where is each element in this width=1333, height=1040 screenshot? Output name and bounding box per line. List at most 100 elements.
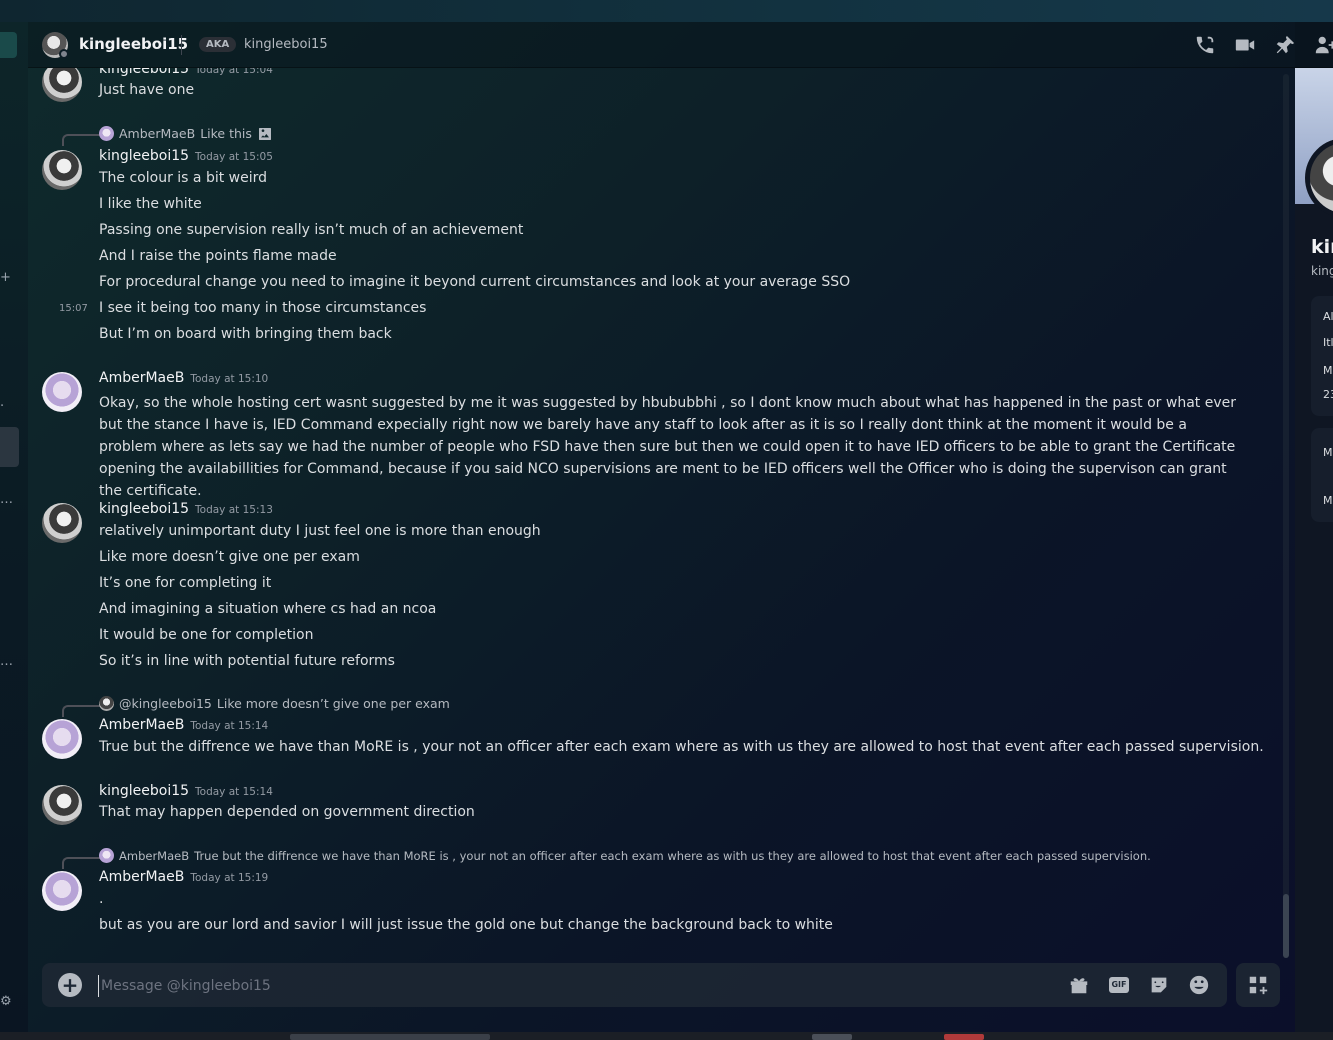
dm-header: kingleeboi15 AKA kingleeboi15	[28, 22, 1333, 68]
avatar[interactable]	[42, 503, 82, 543]
header-divider	[181, 35, 182, 55]
rail-more-icon[interactable]: …	[0, 492, 13, 507]
avatar[interactable]	[42, 68, 82, 102]
message-line: And I raise the points flame made	[99, 248, 337, 264]
avatar[interactable]	[42, 150, 82, 190]
scrollbar-thumb[interactable]	[1283, 894, 1289, 958]
author-name[interactable]: AmberMaeB	[99, 370, 184, 386]
settings-gear-icon[interactable]: ⚙	[0, 994, 12, 1009]
author-name[interactable]: kingleeboi15	[99, 68, 189, 77]
message-author[interactable]: kingleeboi15 Today at 15:04	[99, 68, 273, 77]
aka-badge: AKA	[199, 37, 237, 52]
taskbar-item[interactable]	[290, 1034, 490, 1040]
author-name[interactable]: kingleeboi15	[99, 501, 189, 517]
reply-author[interactable]: @kingleeboi15	[119, 696, 212, 711]
hover-timestamp: 15:07	[59, 303, 88, 314]
message-line: It would be one for completion	[99, 627, 314, 643]
message-line: relatively unimportant duty I just feel …	[99, 523, 541, 539]
apps-icon[interactable]	[1236, 963, 1280, 1007]
message-author[interactable]: kingleeboi15 Today at 15:05	[99, 148, 273, 164]
profile-handle: king	[1311, 264, 1333, 278]
message-line: It’s one for completing it	[99, 575, 272, 591]
server-rail: + . … … ⚙	[0, 22, 28, 1032]
author-name[interactable]: kingleeboi15	[99, 148, 189, 164]
message-author[interactable]: kingleeboi15 Today at 15:13	[99, 501, 273, 517]
reply-text: Like more doesn’t give one per exam	[216, 696, 450, 711]
message-timestamp: Today at 15:05	[195, 151, 273, 163]
message-line: Like more doesn’t give one per exam	[99, 549, 360, 565]
message-line: but as you are our lord and savior I wil…	[99, 917, 833, 933]
sticker-icon[interactable]	[1147, 973, 1171, 997]
reply-avatar	[99, 848, 114, 863]
profile-card-text: 23	[1323, 388, 1333, 401]
taskbar-item[interactable]	[812, 1034, 852, 1040]
window-top-strip	[0, 0, 1333, 22]
message-line: That may happen depended on government d…	[99, 804, 475, 820]
reply-preview[interactable]: AmberMaeB Like this	[99, 125, 273, 142]
avatar[interactable]	[42, 719, 82, 759]
header-alias: kingleeboi15	[244, 37, 328, 52]
message-list: kingleeboi15 Today at 15:04 Just have one…	[28, 68, 1283, 958]
message-author[interactable]: AmberMaeB Today at 15:19	[99, 869, 268, 885]
pin-icon[interactable]	[1273, 33, 1297, 57]
message-author[interactable]: kingleeboi15 Today at 15:14	[99, 783, 273, 799]
profile-card-text: M	[1323, 364, 1333, 377]
upload-plus-icon[interactable]: +	[58, 973, 82, 997]
message-line: I see it being too many in those circums…	[99, 300, 427, 316]
author-name[interactable]: AmberMaeB	[99, 869, 184, 885]
message-timestamp: Today at 15:14	[190, 720, 269, 732]
profile-mutual-card	[1311, 428, 1333, 522]
message-timestamp: Today at 15:10	[190, 373, 269, 385]
taskbar-strip	[0, 1032, 1333, 1040]
message-line: And imagining a situation where cs had a…	[99, 601, 437, 617]
phone-call-icon[interactable]	[1193, 33, 1217, 57]
taskbar-item[interactable]	[944, 1034, 984, 1040]
reply-avatar	[99, 696, 114, 711]
message-line: The colour is a bit weird	[99, 170, 268, 186]
rail-dot-icon: .	[0, 395, 5, 410]
reply-author[interactable]: AmberMaeB	[119, 126, 195, 141]
rail-more-icon-2[interactable]: …	[0, 654, 13, 669]
reply-avatar	[99, 125, 114, 141]
gift-icon[interactable]	[1067, 973, 1091, 997]
reply-spine	[62, 705, 100, 717]
composer-toolbar: GIF	[1067, 973, 1211, 997]
add-friends-icon[interactable]	[1313, 33, 1333, 57]
message-timestamp: Today at 15:04	[195, 68, 273, 76]
rail-selected-item[interactable]	[0, 427, 19, 467]
message-composer: + GIF	[42, 963, 1227, 1007]
message-line: But I’m on board with bringing them back	[99, 326, 392, 342]
profile-card-text[interactable]: M	[1323, 446, 1333, 459]
emoji-icon[interactable]	[1187, 973, 1211, 997]
gif-icon[interactable]: GIF	[1107, 973, 1131, 997]
message-line: So it’s in line with potential future re…	[99, 653, 395, 669]
message-line: I like the white	[99, 196, 202, 212]
author-name[interactable]: kingleeboi15	[99, 783, 189, 799]
scrollbar-track[interactable]	[1283, 74, 1289, 954]
message-input[interactable]	[98, 975, 998, 997]
message-timestamp: Today at 15:13	[195, 504, 273, 516]
avatar[interactable]	[42, 871, 82, 911]
avatar[interactable]	[42, 785, 82, 825]
rail-active-tab[interactable]	[0, 32, 17, 58]
avatar[interactable]	[42, 372, 82, 412]
image-attachment-icon	[257, 125, 273, 142]
message-author[interactable]: AmberMaeB Today at 15:10	[99, 370, 268, 386]
message-author[interactable]: AmberMaeB Today at 15:14	[99, 717, 268, 733]
reply-author[interactable]: AmberMaeB	[119, 849, 189, 863]
rail-add-icon[interactable]: +	[0, 270, 11, 285]
reply-preview[interactable]: @kingleeboi15 Like more doesn’t give one…	[99, 696, 450, 711]
profile-name: kin	[1311, 236, 1333, 258]
author-name[interactable]: AmberMaeB	[99, 717, 184, 733]
message-line: True but the diffrence we have than MoRE…	[99, 739, 1264, 755]
reply-preview[interactable]: AmberMaeB True but the diffrence we have…	[99, 848, 1151, 863]
message-line: .	[99, 891, 104, 907]
dm-chat-area: kingleeboi15 AKA kingleeboi15 kingleeboi…	[28, 22, 1333, 1032]
reply-spine	[62, 134, 100, 146]
reply-text: Like this	[200, 125, 252, 141]
status-indicator-icon	[59, 49, 69, 59]
header-username[interactable]: kingleeboi15	[79, 35, 188, 53]
video-call-icon[interactable]	[1233, 33, 1257, 57]
profile-card-text: Al	[1323, 310, 1333, 323]
profile-card-text[interactable]: M	[1323, 494, 1333, 507]
